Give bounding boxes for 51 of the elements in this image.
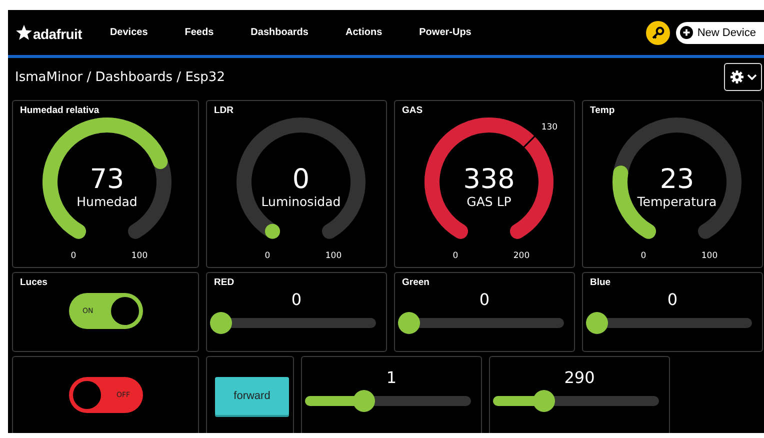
- gauge-label: Humedad: [76, 194, 138, 209]
- gauge-min: 0: [640, 251, 646, 261]
- slider[interactable]: [210, 312, 376, 334]
- gauge-min: 0: [70, 251, 76, 261]
- gauge-value: 23: [660, 164, 694, 195]
- plus-circle-icon: [680, 26, 694, 39]
- slider-value: 0: [666, 290, 679, 311]
- nav-link[interactable]: Actions: [345, 27, 382, 38]
- gauge-label: GAS LP: [466, 194, 512, 209]
- nav-link[interactable]: Power-Ups: [419, 27, 472, 38]
- caret-icon: [746, 74, 756, 80]
- card-title: Luces: [19, 276, 48, 287]
- breadcrumb: IsmaMinor / Dashboards / Esp32: [15, 70, 226, 84]
- card-title: Temp: [589, 104, 616, 115]
- slider[interactable]: [586, 312, 752, 334]
- gauge-label: Temperatura: [637, 194, 717, 209]
- gauge-value: 73: [90, 164, 124, 195]
- card-title: Green: [401, 276, 430, 287]
- threshold-tick: [522, 133, 538, 149]
- gauge-label: Luminosidad: [261, 194, 341, 209]
- slider[interactable]: [398, 312, 564, 334]
- gauge-max: 100: [325, 251, 342, 261]
- logo-text[interactable]: adafruit: [33, 26, 82, 42]
- gauge-max: 100: [701, 251, 718, 261]
- star-logo-icon: [15, 24, 33, 42]
- key-icon[interactable]: [646, 20, 670, 44]
- slider[interactable]: [305, 390, 471, 412]
- slider-value: 290: [563, 368, 596, 389]
- new-device-button[interactable]: New Device: [676, 22, 764, 44]
- card-title: Humedad relativa: [19, 104, 100, 115]
- gauge-value: 0: [292, 164, 310, 195]
- settings-dropdown-button[interactable]: [724, 63, 762, 91]
- gauge-max: 100: [131, 251, 148, 261]
- gauge-max: 200: [513, 251, 530, 261]
- threshold-label: 130: [541, 122, 558, 133]
- card-title: Blue: [589, 276, 612, 287]
- card-title: LDR: [213, 104, 235, 115]
- card-title: RED: [213, 276, 236, 287]
- gauge-value: 338: [463, 164, 515, 195]
- nav-link[interactable]: Dashboards: [250, 27, 308, 38]
- forward-button[interactable]: forward: [215, 377, 289, 415]
- gauge-min: 0: [452, 251, 458, 261]
- slider[interactable]: [493, 390, 659, 412]
- nav-link[interactable]: Devices: [110, 27, 148, 38]
- nav-link[interactable]: Feeds: [184, 27, 214, 38]
- gauge-min: 0: [264, 251, 270, 261]
- slider-value: 1: [385, 368, 398, 389]
- card-title: GAS: [401, 104, 424, 115]
- slider-value: 0: [290, 290, 303, 311]
- settings-icon: [730, 70, 744, 84]
- slider-value: 0: [478, 290, 491, 311]
